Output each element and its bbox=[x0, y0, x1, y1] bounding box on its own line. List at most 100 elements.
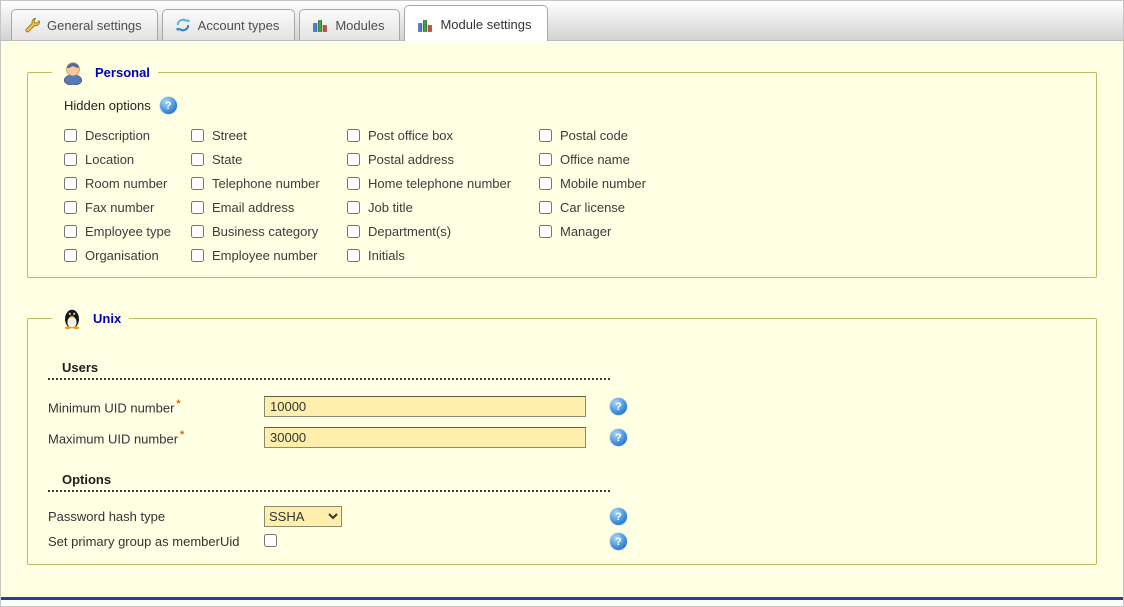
hidden-option-checkbox[interactable] bbox=[64, 177, 77, 190]
hidden-option-item[interactable]: Employee number bbox=[191, 248, 347, 263]
hidden-option-label: Employee type bbox=[85, 224, 171, 239]
hidden-option-checkbox[interactable] bbox=[347, 153, 360, 166]
page: General settings Account types Modules M… bbox=[0, 0, 1124, 607]
hidden-option-label: Street bbox=[212, 128, 247, 143]
content: Personal Hidden options Description Stre… bbox=[1, 41, 1123, 599]
hidden-option-checkbox[interactable] bbox=[347, 225, 360, 238]
hidden-option-item[interactable]: Job title bbox=[347, 200, 539, 215]
hidden-option-item[interactable]: Postal address bbox=[347, 152, 539, 167]
hidden-option-checkbox[interactable] bbox=[539, 225, 552, 238]
hidden-option-label: Office name bbox=[560, 152, 630, 167]
hidden-option-item[interactable]: State bbox=[191, 152, 347, 167]
hidden-option-checkbox[interactable] bbox=[64, 129, 77, 142]
hidden-option-label: Organisation bbox=[85, 248, 159, 263]
hidden-option-checkbox[interactable] bbox=[64, 201, 77, 214]
tab-modules[interactable]: Modules bbox=[299, 9, 400, 40]
hidden-option-checkbox[interactable] bbox=[64, 249, 77, 262]
hidden-option-item[interactable]: Telephone number bbox=[191, 176, 347, 191]
hidden-option-item[interactable]: Employee type bbox=[64, 224, 191, 239]
hidden-option-item[interactable]: Mobile number bbox=[539, 176, 739, 191]
hidden-option-item[interactable]: Car license bbox=[539, 200, 739, 215]
hidden-option-item[interactable]: Description bbox=[64, 128, 191, 143]
hidden-option-checkbox[interactable] bbox=[191, 129, 204, 142]
personal-fieldset: Personal Hidden options Description Stre… bbox=[27, 59, 1097, 278]
hidden-option-label: Job title bbox=[368, 200, 413, 215]
hidden-option-item[interactable]: Initials bbox=[347, 248, 539, 263]
hidden-option-checkbox[interactable] bbox=[191, 177, 204, 190]
hidden-option-item[interactable]: Office name bbox=[539, 152, 739, 167]
member-uid-checkbox[interactable] bbox=[264, 534, 277, 547]
max-uid-row: Maximum UID number bbox=[48, 427, 1080, 448]
hidden-option-checkbox[interactable] bbox=[191, 153, 204, 166]
hidden-option-checkbox[interactable] bbox=[191, 225, 204, 238]
hidden-option-label: Employee number bbox=[212, 248, 318, 263]
hidden-option-item[interactable]: Home telephone number bbox=[347, 176, 539, 191]
hidden-option-checkbox[interactable] bbox=[539, 201, 552, 214]
hidden-option-checkbox[interactable] bbox=[347, 249, 360, 262]
hidden-option-label: Location bbox=[85, 152, 134, 167]
hidden-option-item[interactable]: Location bbox=[64, 152, 191, 167]
tab-label: Module settings bbox=[440, 17, 531, 32]
password-hash-select[interactable]: SSHA bbox=[264, 506, 342, 527]
hidden-option-checkbox[interactable] bbox=[191, 201, 204, 214]
help-icon[interactable] bbox=[610, 398, 627, 415]
module-settings-icon bbox=[417, 17, 433, 33]
hidden-option-checkbox[interactable] bbox=[539, 177, 552, 190]
hidden-option-item[interactable]: Room number bbox=[64, 176, 191, 191]
tab-general-settings[interactable]: General settings bbox=[11, 9, 158, 40]
required-marker bbox=[180, 429, 184, 441]
hidden-option-item[interactable]: Postal code bbox=[539, 128, 739, 143]
tab-label: Account types bbox=[198, 18, 280, 33]
tab-label: General settings bbox=[47, 18, 142, 33]
help-icon[interactable] bbox=[610, 533, 627, 550]
users-section-heading: Users bbox=[48, 360, 610, 380]
hidden-option-item[interactable]: Organisation bbox=[64, 248, 191, 263]
min-uid-input[interactable] bbox=[264, 396, 586, 417]
min-uid-row: Minimum UID number bbox=[48, 396, 1080, 417]
hidden-option-checkbox[interactable] bbox=[64, 225, 77, 238]
personal-legend: Personal bbox=[52, 59, 158, 85]
options-section-heading: Options bbox=[48, 472, 610, 492]
hidden-option-item[interactable]: Business category bbox=[191, 224, 347, 239]
hidden-option-item[interactable]: Department(s) bbox=[347, 224, 539, 239]
hidden-option-label: Mobile number bbox=[560, 176, 646, 191]
hidden-option-label: Home telephone number bbox=[368, 176, 511, 191]
hidden-option-checkbox[interactable] bbox=[347, 177, 360, 190]
hidden-option-label: State bbox=[212, 152, 242, 167]
hidden-option-checkbox[interactable] bbox=[347, 129, 360, 142]
password-hash-row: Password hash type SSHA bbox=[48, 506, 1080, 527]
help-icon[interactable] bbox=[160, 97, 177, 114]
hidden-option-label: Manager bbox=[560, 224, 611, 239]
member-uid-row: Set primary group as memberUid bbox=[48, 533, 1080, 550]
wrench-icon bbox=[24, 17, 40, 33]
help-icon[interactable] bbox=[610, 429, 627, 446]
unix-legend-label: Unix bbox=[93, 311, 121, 326]
hidden-option-checkbox[interactable] bbox=[64, 153, 77, 166]
tux-penguin-icon bbox=[60, 304, 84, 332]
help-icon[interactable] bbox=[610, 508, 627, 525]
hidden-option-item[interactable]: Post office box bbox=[347, 128, 539, 143]
max-uid-input[interactable] bbox=[264, 427, 586, 448]
unix-fieldset: Unix Users Minimum UID number Maximum UI… bbox=[27, 304, 1097, 565]
hidden-option-checkbox[interactable] bbox=[191, 249, 204, 262]
hidden-options-grid: Description Street Post office box Posta… bbox=[64, 128, 1080, 263]
hidden-option-label: Car license bbox=[560, 200, 625, 215]
tab-account-types[interactable]: Account types bbox=[162, 9, 296, 40]
min-uid-label: Minimum UID number bbox=[48, 398, 264, 415]
hidden-options-label: Hidden options bbox=[64, 98, 151, 113]
password-hash-cell: SSHA bbox=[264, 506, 596, 527]
account-types-icon bbox=[175, 17, 191, 33]
hidden-option-item[interactable]: Manager bbox=[539, 224, 739, 239]
hidden-option-item[interactable]: Fax number bbox=[64, 200, 191, 215]
tab-module-settings[interactable]: Module settings bbox=[404, 5, 547, 41]
hidden-option-label: Email address bbox=[212, 200, 294, 215]
hidden-option-label: Postal code bbox=[560, 128, 628, 143]
hidden-option-item[interactable]: Street bbox=[191, 128, 347, 143]
hidden-option-checkbox[interactable] bbox=[539, 153, 552, 166]
password-hash-label: Password hash type bbox=[48, 509, 264, 524]
hidden-option-label: Initials bbox=[368, 248, 405, 263]
hidden-option-checkbox[interactable] bbox=[539, 129, 552, 142]
hidden-option-item[interactable]: Email address bbox=[191, 200, 347, 215]
hidden-option-checkbox[interactable] bbox=[347, 201, 360, 214]
footer-divider bbox=[1, 597, 1123, 600]
